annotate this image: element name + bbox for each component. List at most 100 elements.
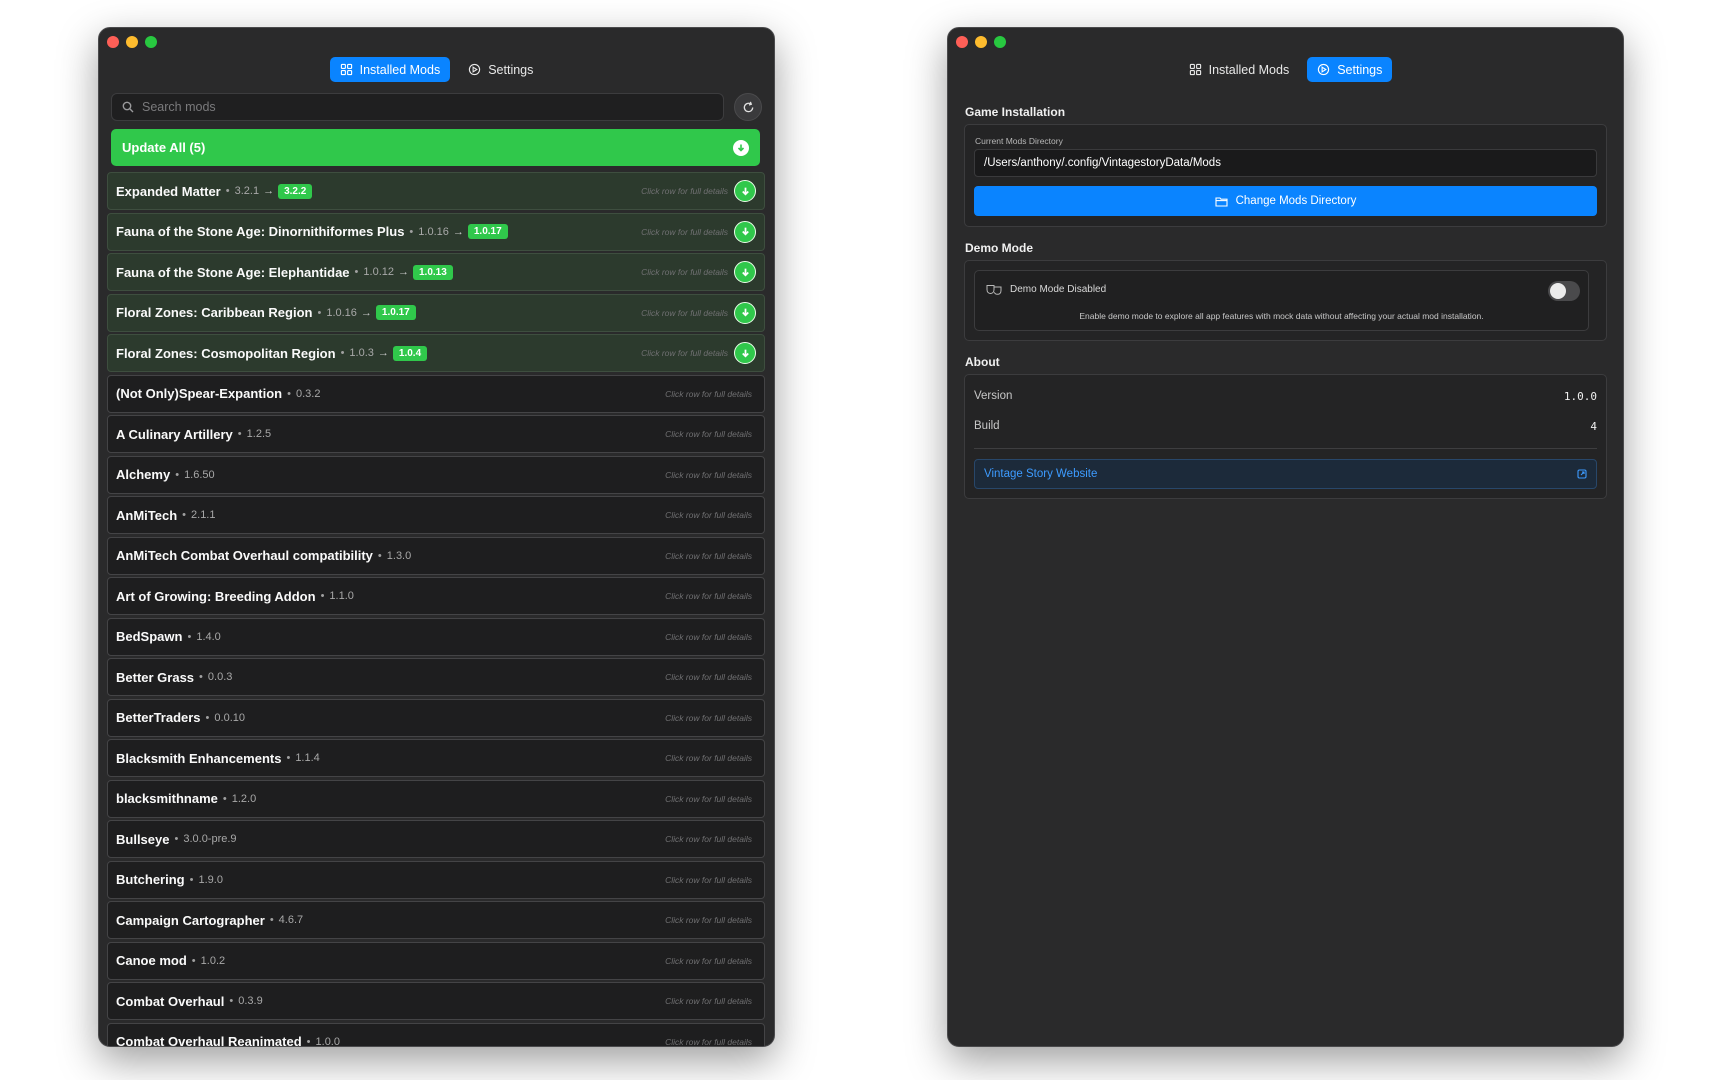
zoom-window-button[interactable]: [145, 36, 157, 48]
mod-row[interactable]: Canoe mod • 1.0.2 Click row for full detail…: [107, 941, 765, 980]
mod-name: BetterTraders: [116, 710, 201, 725]
row-hint: Click row for full details: [665, 915, 752, 925]
new-version-badge: 1.0.13: [413, 264, 453, 280]
separator-dot: •: [306, 1035, 311, 1047]
minimize-window-button[interactable]: [126, 36, 138, 48]
demo-mode-toggle[interactable]: [1548, 281, 1580, 301]
separator-dot: •: [187, 630, 192, 643]
tab-installed-mods[interactable]: Installed Mods: [329, 57, 451, 82]
download-mod-button[interactable]: [734, 342, 756, 364]
mod-row[interactable]: Bullseye • 3.0.0-pre.9 Click row for full d…: [107, 820, 765, 858]
row-hint: Click row for full details: [665, 712, 752, 723]
mod-version: 0.3.9: [238, 995, 263, 1007]
mod-row[interactable]: Art of Growing: Breeding Addon • 1.1.0 Clic…: [107, 577, 765, 615]
tab-installed-mods[interactable]: Installed Mods: [1179, 57, 1300, 82]
row-hint: Click row for full details: [641, 348, 728, 358]
new-version-badge: 1.0.4: [392, 345, 428, 361]
mod-name: Floral Zones: Cosmopolitan Region: [116, 345, 336, 361]
mod-row[interactable]: blacksmithname • 1.2.0 Click row for full d…: [107, 779, 765, 818]
mod-version: 1.1.0: [329, 590, 354, 602]
update-all-button[interactable]: Update All (5): [111, 129, 760, 166]
mod-row-updatable[interactable]: Floral Zones: Cosmopolitan Region • 1.0.3 →…: [107, 334, 765, 372]
mod-version: 1.9.0: [198, 873, 223, 886]
separator-dot: •: [199, 671, 203, 683]
change-mods-directory-button[interactable]: Change Mods Directory: [974, 186, 1597, 216]
mod-row[interactable]: Better Grass • 0.0.3 Click row for full det…: [107, 658, 765, 696]
mod-name: Fauna of the Stone Age: Elephantidae: [116, 264, 350, 280]
mod-row[interactable]: Combat Overhaul Reanimated • 1.0.0 Click ro…: [107, 1022, 765, 1047]
mod-name: Combat Overhaul: [116, 993, 225, 1009]
mod-row[interactable]: Combat Overhaul • 0.3.9 Click row for full …: [107, 982, 765, 1020]
mod-version: 0.0.3: [207, 671, 233, 683]
mod-row[interactable]: BetterTraders • 0.0.10 Click row for full d…: [107, 698, 765, 737]
row-hint: Click row for full details: [665, 874, 752, 885]
mod-row-updatable[interactable]: Floral Zones: Caribbean Region • 1.0.16 → 1.…: [107, 293, 765, 332]
mod-row[interactable]: Alchemy • 1.6.50 Click row for full details: [107, 455, 765, 494]
zoom-window-button[interactable]: [994, 36, 1006, 48]
mod-row[interactable]: BedSpawn • 1.4.0 Click row for full details: [107, 617, 765, 656]
minimize-window-button[interactable]: [975, 36, 987, 48]
download-icon: [741, 349, 749, 357]
mod-version: 1.0.2: [200, 954, 226, 967]
divider: [974, 448, 1597, 449]
demo-mode-status: Demo Mode Disabled: [1010, 284, 1107, 295]
tab-settings[interactable]: Settings: [458, 57, 543, 82]
mod-row-updatable[interactable]: Fauna of the Stone Age: Elephantidae • 1.0…: [107, 253, 765, 291]
mod-row[interactable]: A Culinary Artillery • 1.2.5 Click row for …: [107, 415, 765, 453]
row-hint: Click row for full details: [665, 753, 752, 763]
update-all-label: Update All (5): [122, 140, 206, 155]
row-hint: Click row for full details: [665, 469, 752, 480]
mod-name: Butchering: [116, 872, 185, 887]
new-version-badge: 1.0.17: [467, 224, 508, 239]
arrow-right-icon: →: [452, 225, 464, 238]
row-hint: Click row for full details: [641, 267, 728, 277]
arrow-right-icon: →: [398, 266, 409, 278]
mod-version: 1.1.4: [295, 752, 320, 764]
mod-row-updatable[interactable]: Fauna of the Stone Age: Dinornithiformes…: [107, 212, 765, 251]
mod-row[interactable]: Blacksmith Enhancements • 1.1.4 Click row f…: [107, 739, 765, 777]
about-card: Version 1.0.0 Build 4 Vintage Story Webs…: [964, 374, 1607, 499]
mod-name: Blacksmith Enhancements: [116, 750, 282, 766]
mods-directory-field[interactable]: /Users/anthony/.config/VintagestoryData/…: [974, 149, 1597, 177]
mod-name: (Not Only)Spear-Expantion: [116, 386, 283, 401]
demo-mode-card: Demo Mode Disabled Enable demo mode to e…: [964, 260, 1607, 341]
download-icon: [741, 227, 749, 236]
mod-version: 1.0.3: [349, 347, 374, 359]
mod-name: Alchemy: [116, 467, 171, 482]
mod-name: Canoe mod: [116, 953, 187, 968]
tab-settings[interactable]: Settings: [1307, 57, 1393, 82]
refresh-icon: [743, 101, 753, 112]
tab-bar: Installed Mods Settings: [99, 57, 774, 82]
tab-label: Installed Mods: [1208, 62, 1290, 77]
mod-row[interactable]: Campaign Cartographer • 4.6.7 Click row for…: [107, 901, 765, 939]
version-row: Version 1.0.0: [974, 390, 1597, 403]
build-value: 4: [1590, 420, 1597, 433]
mod-row[interactable]: (Not Only)Spear-Expantion • 0.3.2 Click row…: [107, 374, 765, 413]
mod-version: 0.0.10: [214, 711, 245, 724]
mod-version: 0.3.2: [295, 387, 321, 400]
download-mod-button[interactable]: [734, 261, 756, 283]
mod-row[interactable]: AnMiTech • 2.1.1 Click row for full details: [107, 496, 765, 534]
gear-icon: [469, 63, 481, 76]
search-input[interactable]: [142, 100, 713, 114]
build-row: Build 4: [974, 420, 1597, 433]
close-window-button[interactable]: [107, 36, 119, 48]
mod-version: 1.3.0: [386, 549, 412, 562]
refresh-button[interactable]: [734, 93, 762, 121]
mod-row[interactable]: Butchering • 1.9.0 Click row for full detai…: [107, 860, 765, 899]
game-installation-title: Game Installation: [965, 105, 1066, 119]
mod-version: 1.0.16: [326, 306, 357, 319]
close-window-button[interactable]: [956, 36, 968, 48]
window-controls: [956, 36, 1006, 48]
download-mod-button[interactable]: [734, 301, 756, 324]
mod-name: Campaign Cartographer: [116, 912, 265, 928]
row-hint: Click row for full details: [665, 1036, 752, 1047]
download-mod-button[interactable]: [734, 180, 756, 202]
mod-row[interactable]: AnMiTech Combat Overhaul compatibility • 1…: [107, 536, 765, 575]
vintage-story-website-link[interactable]: Vintage Story Website: [974, 459, 1597, 489]
separator-dot: •: [409, 225, 414, 238]
tab-label: Settings: [488, 62, 534, 77]
download-mod-button[interactable]: [734, 220, 756, 243]
separator-dot: •: [175, 468, 180, 481]
mod-row-updatable[interactable]: Expanded Matter • 3.2.1 → 3.2.2 Click row for…: [107, 172, 765, 210]
